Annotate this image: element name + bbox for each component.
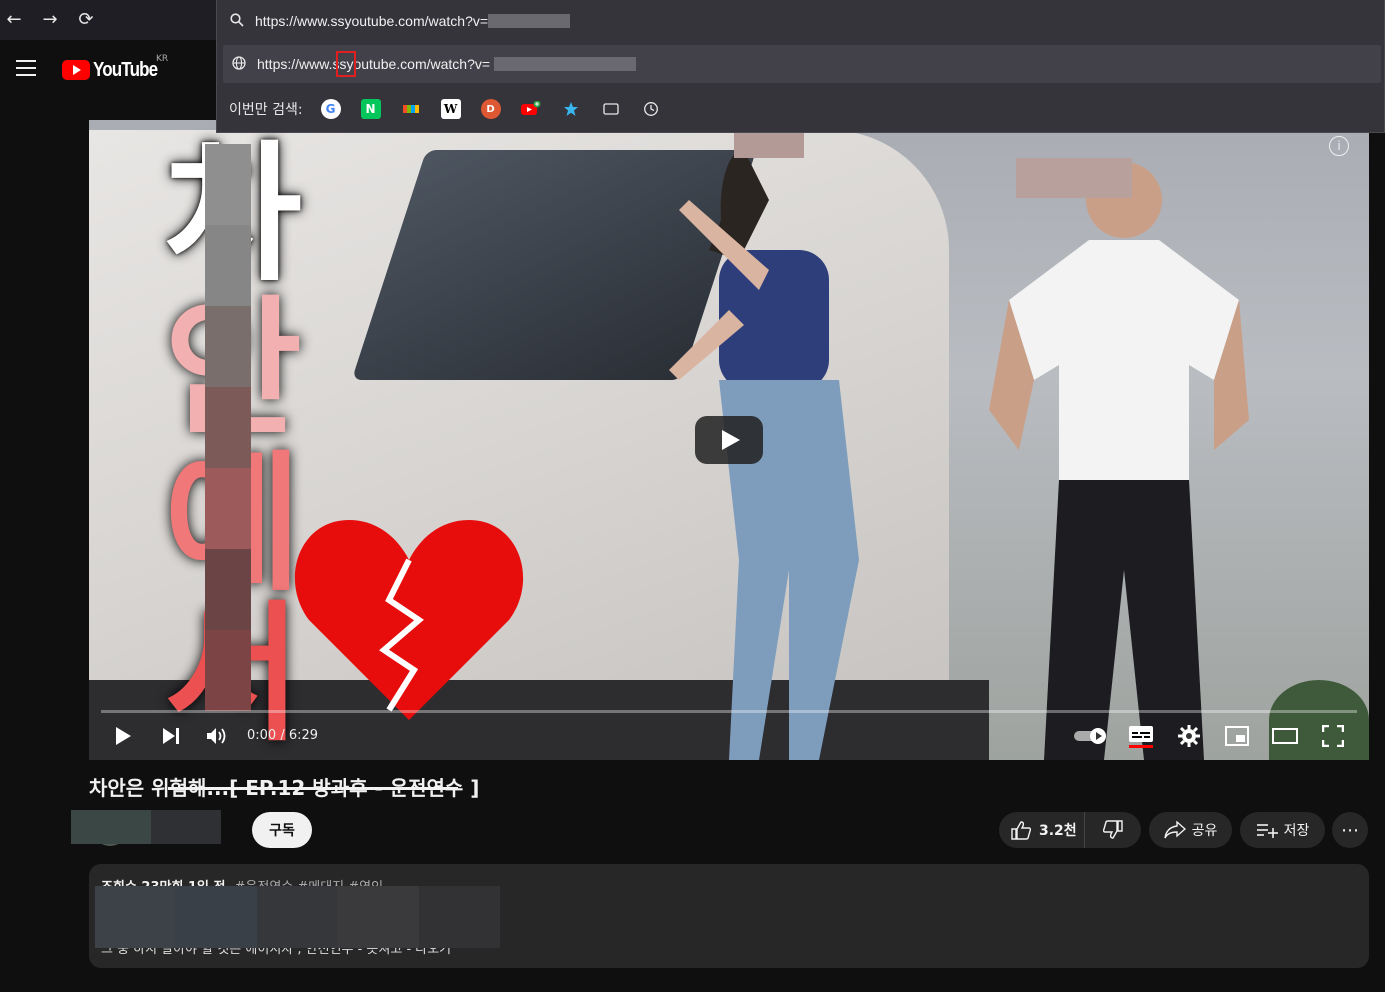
google-icon[interactable]: G xyxy=(320,99,341,119)
miniplayer-icon[interactable] xyxy=(1223,722,1251,750)
redacted-column xyxy=(205,144,251,719)
title-strikeout xyxy=(168,787,458,790)
suggestion-url-text: https://www.ssyoutube.com/watch?v= xyxy=(255,13,489,29)
naver-icon[interactable]: N xyxy=(360,99,381,119)
highlight-annotation xyxy=(336,51,356,77)
redacted-face xyxy=(734,130,804,158)
redacted-channel-info xyxy=(71,810,221,844)
video-player[interactable]: 차 안 에 서 i 0:00 / 6:29 xyxy=(89,120,1369,760)
person-woman xyxy=(669,150,859,760)
like-dislike-group: 3.2천 xyxy=(999,812,1141,848)
like-button[interactable]: 3.2천 xyxy=(999,812,1085,848)
bookmark-star-icon[interactable] xyxy=(561,99,581,119)
redacted-video-id xyxy=(488,14,571,28)
url-input[interactable]: https://www. ss youtube.com/watch?v= xyxy=(223,45,1381,83)
bing-icon[interactable] xyxy=(401,99,421,119)
fullscreen-icon[interactable] xyxy=(1319,722,1347,750)
broken-heart-graphic xyxy=(294,520,524,720)
big-play-button[interactable] xyxy=(695,416,763,464)
play-icon[interactable] xyxy=(109,722,137,750)
autoplay-toggle-icon[interactable] xyxy=(1073,722,1109,750)
country-code: KR xyxy=(156,54,169,64)
description-box[interactable]: 조회수 23만회 1일 전 #운전연수 #메대지 #연인 그 중 하지 말아야 … xyxy=(89,864,1369,968)
wikipedia-icon[interactable]: W xyxy=(440,99,461,119)
subtitles-icon[interactable] xyxy=(1127,722,1155,750)
thumbs-down-icon xyxy=(1103,820,1123,839)
youtube-logo[interactable]: YouTube xyxy=(62,58,169,82)
share-icon xyxy=(1163,821,1186,839)
address-dropdown: https://www.ssyoutube.com/watch?v= https… xyxy=(216,0,1385,133)
back-arrow-icon[interactable]: ← xyxy=(2,8,26,32)
dislike-button[interactable] xyxy=(1085,812,1141,848)
url-prefix: https://www. xyxy=(257,56,333,72)
search-once-label: 이번만 검색: xyxy=(229,102,303,118)
duckduckgo-icon[interactable]: D xyxy=(480,99,501,119)
youtube-add-icon[interactable] xyxy=(520,99,541,119)
player-controls: 0:00 / 6:29 xyxy=(89,716,1369,760)
menu-icon[interactable] xyxy=(16,60,36,76)
redacted-face xyxy=(1016,158,1132,198)
save-button[interactable]: 저장 xyxy=(1240,812,1325,848)
youtube-play-icon xyxy=(62,60,90,80)
theater-mode-icon[interactable] xyxy=(1271,722,1299,750)
subscribe-button[interactable]: 구독 xyxy=(252,812,312,848)
more-actions-button[interactable]: ⋯ xyxy=(1332,812,1368,848)
tabs-icon[interactable] xyxy=(601,99,621,119)
redacted-video-id xyxy=(494,57,637,71)
like-count: 3.2천 xyxy=(1039,823,1077,839)
redacted-description xyxy=(95,886,500,948)
url-suffix: youtube.com/watch?v= xyxy=(346,56,491,72)
settings-gear-icon[interactable] xyxy=(1175,722,1203,750)
save-label: 저장 xyxy=(1283,823,1310,839)
globe-icon xyxy=(231,56,247,72)
thumbs-up-icon xyxy=(1011,821,1031,840)
person-man xyxy=(989,162,1249,760)
logo-text: YouTube xyxy=(93,58,158,81)
time-display: 0:00 / 6:29 xyxy=(247,728,319,743)
info-icon[interactable]: i xyxy=(1329,136,1349,156)
add-to-playlist-icon xyxy=(1256,824,1278,838)
next-icon[interactable] xyxy=(157,722,185,750)
search-icon xyxy=(229,13,245,29)
volume-icon[interactable] xyxy=(203,722,231,750)
progress-bar[interactable] xyxy=(101,710,1357,713)
share-label: 공유 xyxy=(1191,823,1218,839)
forward-arrow-icon[interactable]: → xyxy=(38,8,62,32)
reload-icon[interactable]: ⟳ xyxy=(74,8,98,32)
search-engine-row: 이번만 검색: G N W D xyxy=(229,94,681,124)
history-icon[interactable] xyxy=(641,99,661,119)
share-button[interactable]: 공유 xyxy=(1149,812,1232,848)
url-suggestion[interactable]: https://www.ssyoutube.com/watch?v= xyxy=(217,1,1385,41)
